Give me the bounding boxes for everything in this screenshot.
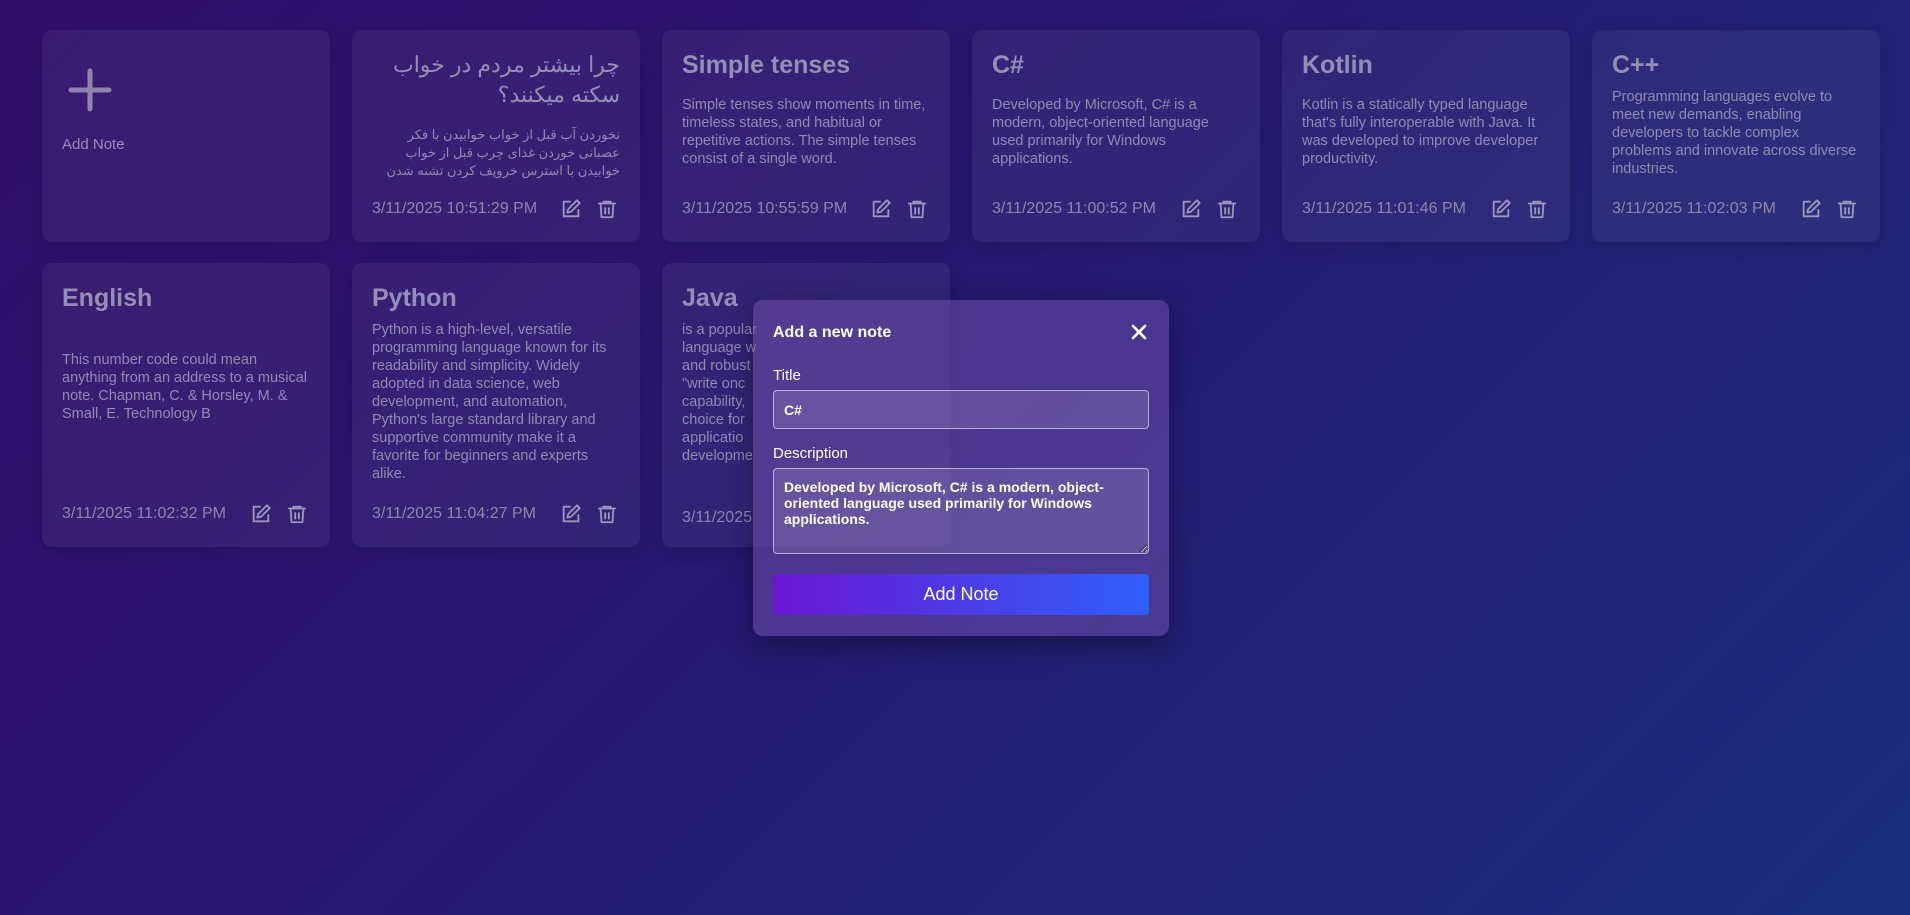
title-label: Title bbox=[773, 367, 801, 384]
description-label: Description bbox=[773, 445, 849, 462]
description-textarea[interactable]: Developed by Microsoft, C# is a modern, … bbox=[773, 468, 1149, 554]
title-input[interactable] bbox=[773, 390, 1149, 429]
add-note-button[interactable]: Add Note bbox=[773, 574, 1149, 615]
close-icon[interactable] bbox=[1129, 322, 1149, 342]
modal-title: Add a new note bbox=[773, 324, 892, 341]
add-note-modal: Add a new note Title Description Develop… bbox=[753, 300, 1169, 636]
